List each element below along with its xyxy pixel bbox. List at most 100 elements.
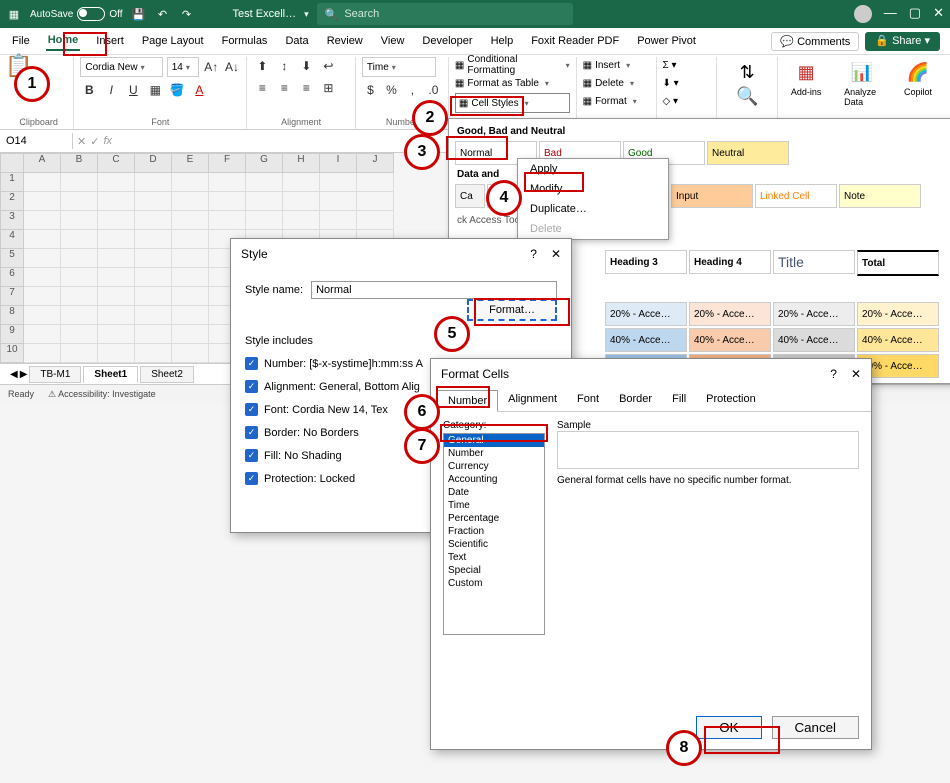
cat-date[interactable]: Date <box>444 486 544 499</box>
cell[interactable] <box>24 344 61 363</box>
row-header[interactable]: 7 <box>0 287 24 306</box>
align-right-icon[interactable]: ≡ <box>297 79 315 97</box>
underline-icon[interactable]: U <box>124 81 142 99</box>
col-header[interactable]: H <box>283 153 320 173</box>
undo-icon[interactable]: ↶ <box>155 6 171 22</box>
decrease-font-icon[interactable]: A↓ <box>224 58 241 76</box>
tab-foxit[interactable]: Foxit Reader PDF <box>529 32 621 50</box>
style-accent[interactable]: 20% - Acce… <box>857 302 939 326</box>
row-header[interactable]: 2 <box>0 192 24 211</box>
checkbox-icon[interactable]: ✓ <box>245 449 258 462</box>
cell[interactable] <box>61 287 98 306</box>
cell[interactable] <box>98 173 135 192</box>
cell[interactable] <box>135 173 172 192</box>
cell[interactable] <box>24 268 61 287</box>
style-title[interactable]: Title <box>773 250 855 274</box>
cell[interactable] <box>98 306 135 325</box>
col-header[interactable]: D <box>135 153 172 173</box>
align-bottom-icon[interactable]: ⬇ <box>297 57 315 75</box>
cell[interactable] <box>283 173 320 192</box>
cell[interactable] <box>61 230 98 249</box>
align-top-icon[interactable]: ⬆ <box>253 57 271 75</box>
cell[interactable] <box>135 306 172 325</box>
sheet-tab[interactable]: Sheet2 <box>140 366 194 383</box>
cell[interactable] <box>61 249 98 268</box>
bold-icon[interactable]: B <box>80 81 98 99</box>
name-box[interactable]: O14 <box>0 133 73 149</box>
cell[interactable] <box>24 230 61 249</box>
close-icon[interactable]: ✕ <box>851 367 861 381</box>
italic-icon[interactable]: I <box>102 81 120 99</box>
tab-home[interactable]: Home <box>46 31 81 51</box>
style-accent[interactable]: 20% - Acce… <box>773 302 855 326</box>
cell[interactable] <box>24 287 61 306</box>
cell[interactable] <box>172 306 209 325</box>
ctx-modify[interactable]: Modify… <box>518 179 668 199</box>
row-header[interactable]: 10 <box>0 344 24 363</box>
checkbox-icon[interactable]: ✓ <box>245 426 258 439</box>
tab-insert[interactable]: Insert <box>94 32 126 50</box>
tab-file[interactable]: File <box>10 32 32 50</box>
cell[interactable] <box>320 192 357 211</box>
tab-power-pivot[interactable]: Power Pivot <box>635 32 698 50</box>
number-format-dropdown[interactable]: Time <box>362 57 436 77</box>
format-cells-button[interactable]: ▦ Format <box>583 93 650 109</box>
fmt-tab-border[interactable]: Border <box>609 389 662 411</box>
cancel-button[interactable]: Cancel <box>772 716 860 739</box>
cell[interactable] <box>172 325 209 344</box>
increase-font-icon[interactable]: A↑ <box>203 58 220 76</box>
currency-icon[interactable]: $ <box>362 81 379 99</box>
fx-icon[interactable]: fx <box>103 135 112 148</box>
style-accent[interactable]: 40% - Acce… <box>689 328 771 352</box>
sum-icon[interactable]: Σ ▾ <box>663 57 711 73</box>
cat-scientific[interactable]: Scientific <box>444 538 544 551</box>
cell[interactable] <box>98 192 135 211</box>
font-name-dropdown[interactable]: Cordia New <box>80 57 162 77</box>
tab-formulas[interactable]: Formulas <box>220 32 270 50</box>
toggle-icon[interactable] <box>77 7 105 21</box>
comma-icon[interactable]: , <box>404 81 421 99</box>
cell[interactable] <box>135 287 172 306</box>
conditional-formatting-button[interactable]: ▦ Conditional Formatting <box>455 57 570 73</box>
font-size-dropdown[interactable]: 14 <box>167 57 199 77</box>
cell[interactable] <box>209 211 246 230</box>
percent-icon[interactable]: % <box>383 81 400 99</box>
sheet-tab[interactable]: Sheet1 <box>83 366 138 383</box>
cell[interactable] <box>283 192 320 211</box>
close-icon[interactable]: ✕ <box>551 247 561 261</box>
cell[interactable] <box>24 306 61 325</box>
cancel-formula-icon[interactable]: ✕ <box>77 135 86 148</box>
cell[interactable] <box>320 173 357 192</box>
fmt-tab-fill[interactable]: Fill <box>662 389 696 411</box>
cell[interactable] <box>24 325 61 344</box>
tab-review[interactable]: Review <box>325 32 365 50</box>
style-accent[interactable]: 40% - Acce… <box>857 328 939 352</box>
row-header[interactable]: 4 <box>0 230 24 249</box>
save-icon[interactable]: 💾 <box>131 6 147 22</box>
col-header[interactable]: C <box>98 153 135 173</box>
font-color-icon[interactable]: A <box>190 81 208 99</box>
wrap-text-icon[interactable]: ↩ <box>319 57 337 75</box>
cell[interactable] <box>61 344 98 363</box>
cell-styles-button[interactable]: ▦ Cell Styles <box>455 93 570 113</box>
sheet-nav-next-icon[interactable]: ▶ <box>20 369 28 380</box>
insert-cells-button[interactable]: ▦ Insert <box>583 57 650 73</box>
cat-percentage[interactable]: Percentage <box>444 512 544 525</box>
style-note[interactable]: Note <box>839 184 921 208</box>
cell[interactable] <box>209 192 246 211</box>
fmt-tab-font[interactable]: Font <box>567 389 609 411</box>
cell[interactable] <box>61 173 98 192</box>
autosave-toggle[interactable]: AutoSave Off <box>30 7 123 21</box>
format-button[interactable]: Format… <box>467 299 557 321</box>
close-icon[interactable]: ✕ <box>933 5 944 23</box>
style-name-input[interactable] <box>311 281 557 299</box>
cell[interactable] <box>98 325 135 344</box>
cell[interactable] <box>357 192 394 211</box>
cell[interactable] <box>98 344 135 363</box>
cell[interactable] <box>135 211 172 230</box>
style-neutral[interactable]: Neutral <box>707 141 789 165</box>
cat-fraction[interactable]: Fraction <box>444 525 544 538</box>
style-accent[interactable]: 20% - Acce… <box>689 302 771 326</box>
share-button[interactable]: 🔒 Share ▾ <box>865 32 940 51</box>
tab-page-layout[interactable]: Page Layout <box>140 32 206 50</box>
